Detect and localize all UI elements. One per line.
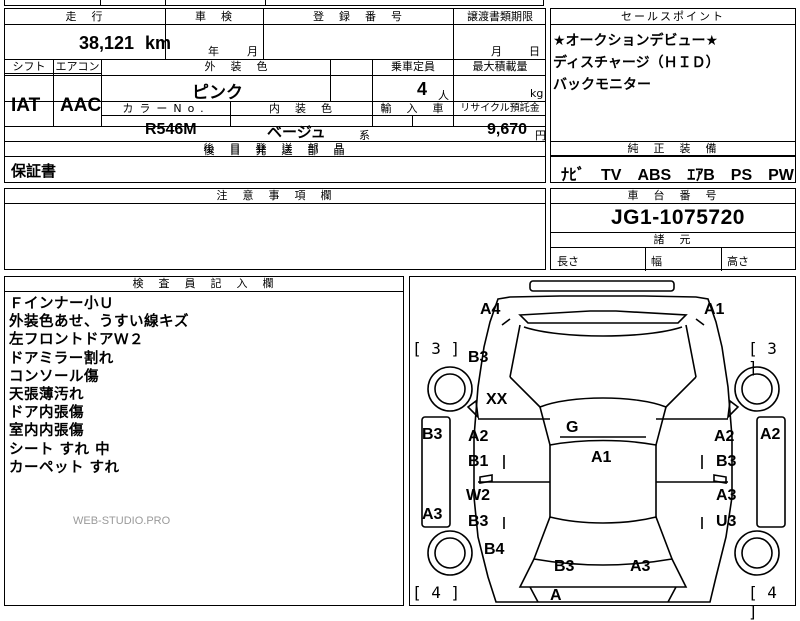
note-line: 左フロントドアＷ２ xyxy=(9,332,144,349)
capacity-value: 4 xyxy=(417,79,428,99)
transfer-month: 月 xyxy=(491,45,502,58)
damage-bracket: [ 4 ] xyxy=(748,583,777,621)
note-line: 外装色あせ、うすい線キズ xyxy=(9,314,189,331)
note-line: 室内内張傷 xyxy=(9,423,84,440)
damage-mark: A2 xyxy=(760,426,781,443)
inspector-header: 検 査 員 記 入 欄 xyxy=(132,277,276,290)
damage-mark: B3 xyxy=(468,349,489,366)
top-partial-row xyxy=(4,0,544,6)
max-load-header: 最大積載量 xyxy=(472,60,528,73)
car-diagram-box: A4 A1 [ 3 ] [ 3 ] B3 XX G B3 A2 A2 A2 B1… xyxy=(409,276,796,621)
dimension-height: 高さ xyxy=(727,255,749,268)
damage-mark: G xyxy=(566,419,579,436)
sales-point-line-1: ★オークションデビュー★ xyxy=(553,33,719,49)
capacity-unit: 人 xyxy=(438,89,449,102)
damage-mark: B3 xyxy=(422,426,443,443)
damage-mark: A3 xyxy=(716,487,737,504)
later-parts-header-label: 後 日 発 送 部 品 xyxy=(203,142,347,155)
note-line: 天張薄汚れ xyxy=(9,387,84,404)
exterior-value: ピンク xyxy=(192,83,243,102)
interior-value: ベージュ xyxy=(267,124,326,141)
recycle-header: リサイクル預託金 xyxy=(460,103,540,114)
chassis-value: JG1-1075720 xyxy=(611,206,745,229)
equipment-header: 純 正 装 備 xyxy=(627,142,719,155)
mileage-unit: km xyxy=(145,33,172,53)
damage-mark: A1 xyxy=(704,301,725,318)
damage-bracket: [ 3 ] xyxy=(412,339,461,358)
aircon-header: エアコン xyxy=(55,60,100,73)
dimension-length: 長さ xyxy=(557,255,579,268)
mileage-value: 38,121 xyxy=(79,33,135,53)
damage-bracket: [ 4 ] xyxy=(412,583,461,602)
mileage-header: 走 行 xyxy=(65,10,105,23)
sales-point-box: セールスポイント ★オークションデビュー★ ディスチャージ（ＨＩＤ） バックモニ… xyxy=(550,8,796,156)
damage-mark: XX xyxy=(486,391,508,408)
import-header: 輸 入 車 xyxy=(380,102,446,115)
transfer-header: 譲渡書類期限 xyxy=(467,10,533,23)
interior-header: 内 装 色 xyxy=(269,102,334,115)
inspection-month: 月 xyxy=(247,45,258,58)
registration-header: 登 録 番 号 xyxy=(313,10,404,23)
damage-mark: A4 xyxy=(480,301,501,318)
shift-value: IAT xyxy=(11,95,41,116)
damage-bracket: [ 3 ] xyxy=(748,339,777,377)
sales-point-line-2: ディスチャージ（ＨＩＤ） xyxy=(553,55,720,71)
transfer-day: 日 xyxy=(529,45,540,58)
color-no-header: カラーNo. xyxy=(122,102,210,115)
capacity-header: 乗車定員 xyxy=(391,60,435,73)
watermark: WEB-STUDIO.PRO xyxy=(73,515,171,527)
damage-mark: A3 xyxy=(630,558,651,575)
damage-mark: A2 xyxy=(468,428,489,445)
damage-mark: A2 xyxy=(714,428,735,445)
inspection-header: 車 検 xyxy=(195,10,234,23)
dimensions-header: 諸 元 xyxy=(653,233,693,246)
caution-box: 注 意 事 項 欄 xyxy=(4,188,546,270)
inspector-notes: Ｆインナー小Ｕ 外装色あせ、うすい線キズ 左フロントドアＷ２ ドアミラー割れ コ… xyxy=(9,295,189,477)
damage-mark: B3 xyxy=(554,558,575,575)
damage-mark: W2 xyxy=(466,487,490,504)
note-line: ドア内張傷 xyxy=(9,405,84,422)
damage-mark: U3 xyxy=(716,513,737,530)
damage-mark: A1 xyxy=(591,449,612,466)
damage-mark: B3 xyxy=(716,453,737,470)
damage-mark: A3 xyxy=(422,506,443,523)
exterior-header: 外 装 色 xyxy=(204,60,270,73)
shift-header: シフト xyxy=(12,60,46,73)
aircon-value: AAC xyxy=(60,95,102,116)
damage-mark: B4 xyxy=(484,541,505,558)
damage-mark: A xyxy=(550,587,562,604)
equipment-box: 純 正 装 備 ﾅﾋﾞ TV ABS ｴｱB PS PW xyxy=(550,141,796,184)
max-load-unit: kg xyxy=(530,87,544,100)
sales-point-line-3: バックモニター xyxy=(553,77,651,93)
later-parts-box: 後 日 発 送 部 品 保証書 xyxy=(4,141,546,183)
note-line: Ｆインナー小Ｕ xyxy=(9,296,114,312)
damage-mark: B3 xyxy=(468,513,489,530)
note-line: シート すれ 中 xyxy=(9,441,111,458)
equipment-value: ﾅﾋﾞ TV ABS ｴｱB PS PW xyxy=(561,167,794,184)
caution-header: 注 意 事 項 欄 xyxy=(216,189,334,202)
later-parts-value: 保証書 xyxy=(11,162,57,180)
chassis-header: 車 台 番 号 xyxy=(627,189,719,202)
chassis-box: 車 台 番 号 JG1-1075720 諸 元 長さ 幅 高さ xyxy=(550,188,796,271)
color-no-value: R546M xyxy=(145,121,197,138)
note-line: コンソール傷 xyxy=(9,368,99,385)
damage-mark: B1 xyxy=(468,453,489,470)
sales-point-header: セールスポイント xyxy=(621,10,725,23)
inspection-year: 年 xyxy=(208,45,219,58)
note-line: ドアミラー割れ xyxy=(9,350,114,367)
recycle-value: 9,670 xyxy=(487,121,528,138)
note-line: カーペット すれ xyxy=(9,459,120,476)
dimension-width: 幅 xyxy=(651,255,662,268)
vehicle-info-table: 走 行 車 検 登 録 番 号 譲渡書類期限 38,121 km 年 月 月 日… xyxy=(4,8,546,157)
inspector-box: 検 査 員 記 入 欄 Ｆインナー小Ｕ 外装色あせ、うすい線キズ 左フロントドア… xyxy=(4,276,404,606)
